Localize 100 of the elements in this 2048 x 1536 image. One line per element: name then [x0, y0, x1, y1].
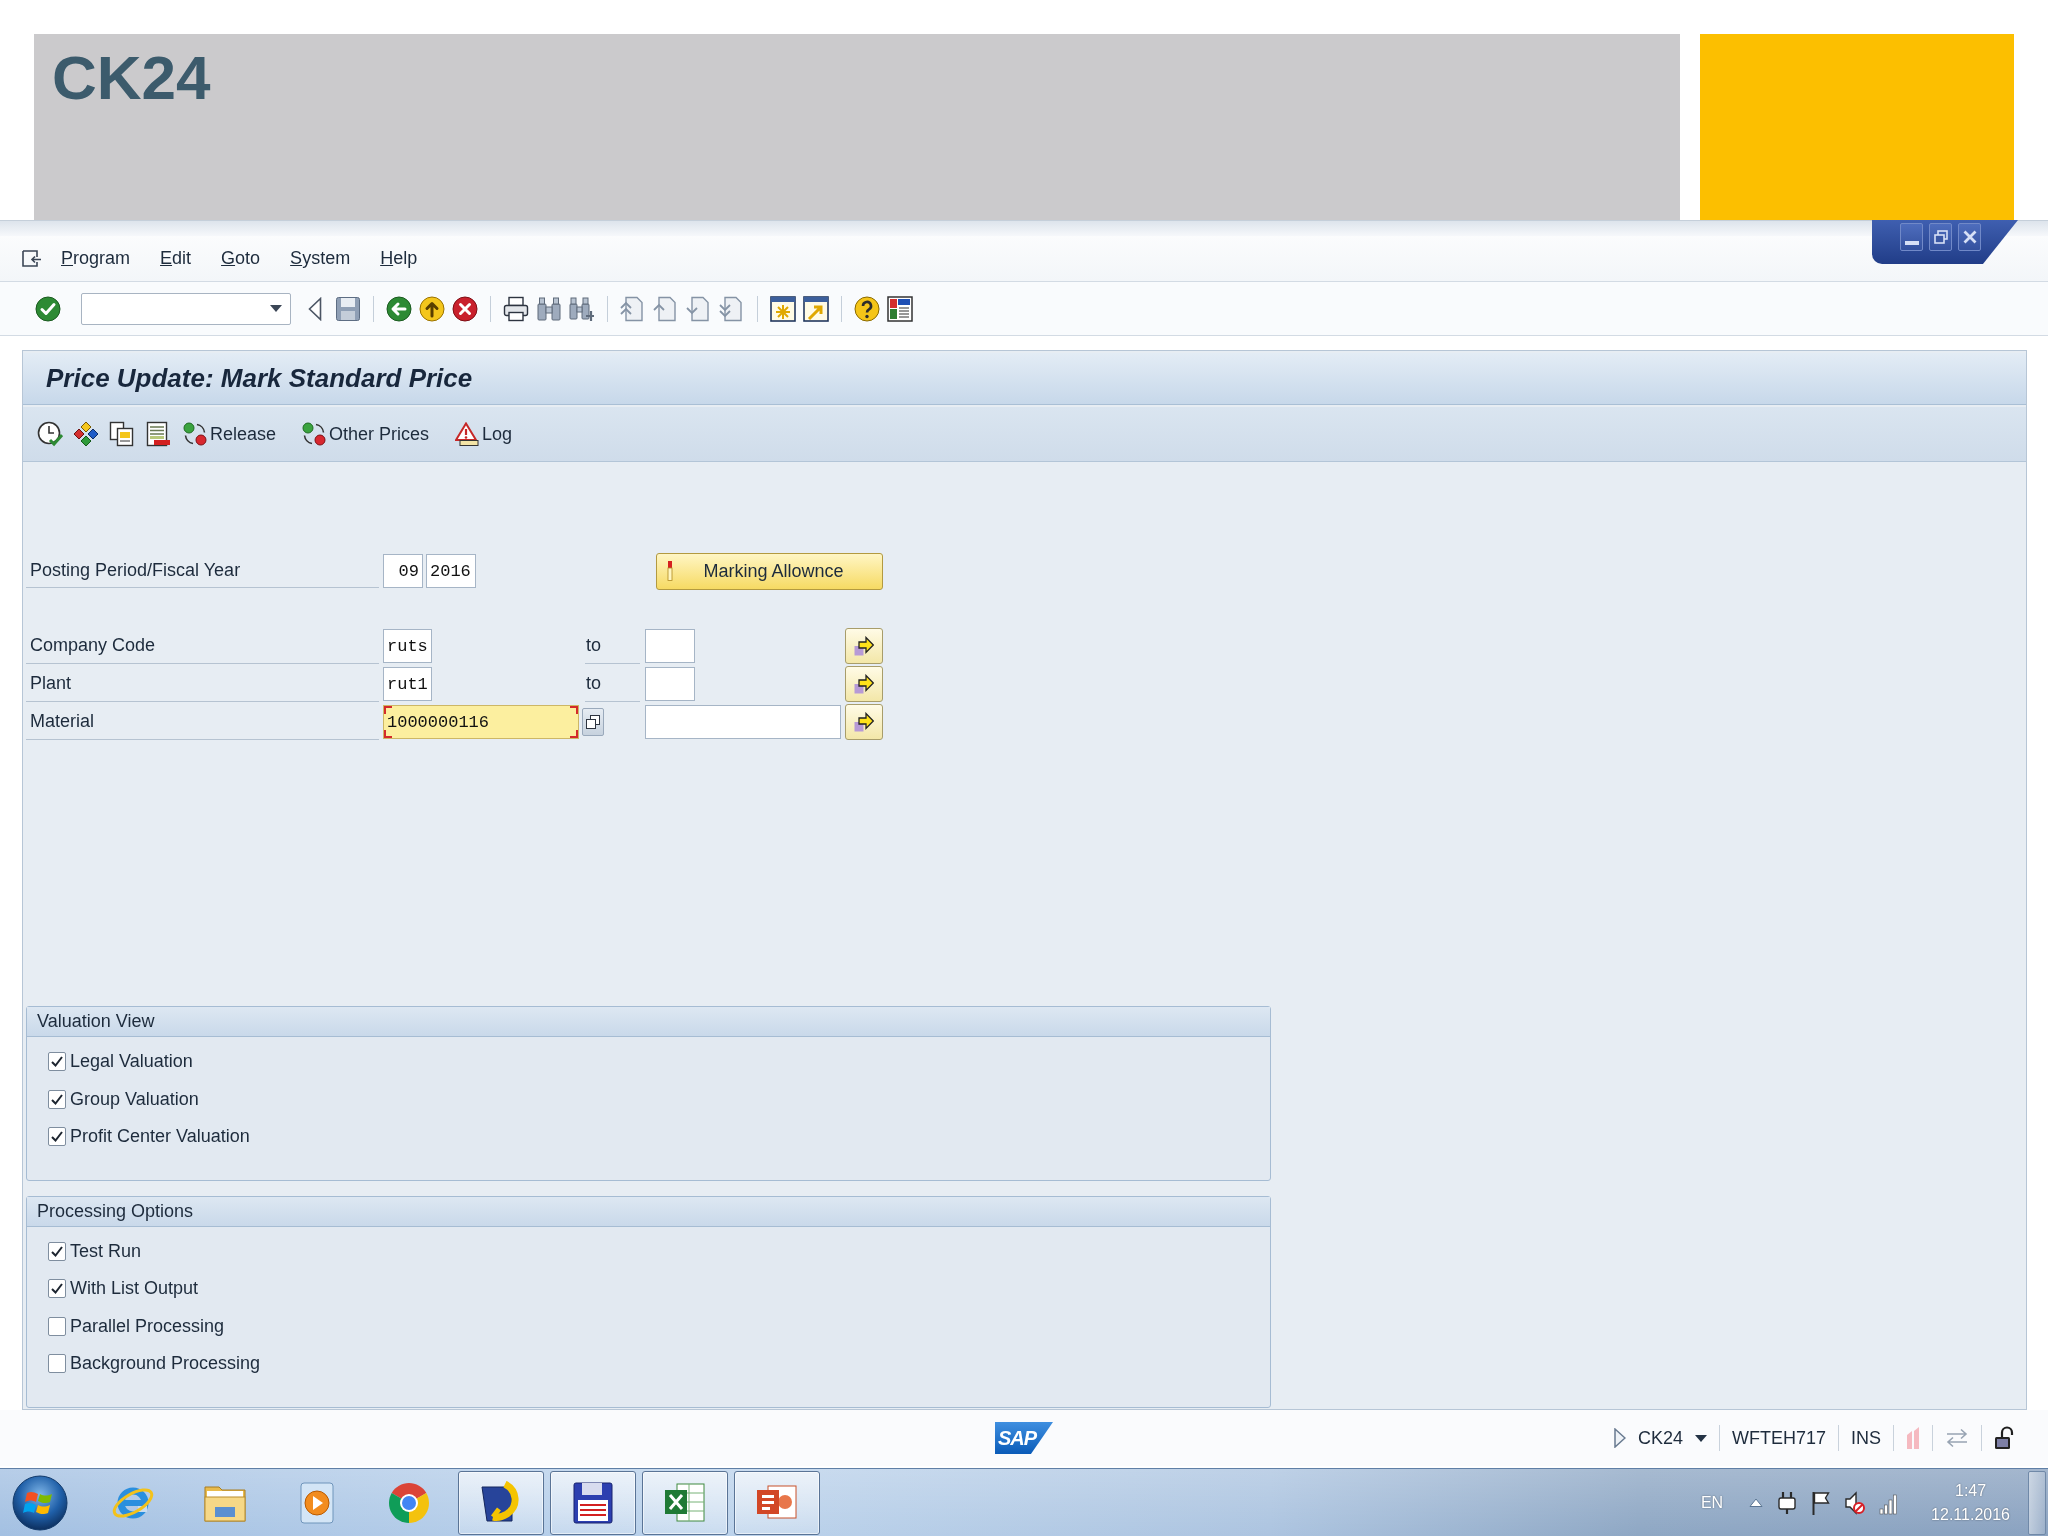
new-window-icon[interactable]	[770, 295, 796, 322]
arrow-button[interactable]	[845, 628, 883, 664]
first-page-icon[interactable]	[620, 295, 646, 322]
caret-icon	[270, 305, 282, 312]
print-icon[interactable]	[503, 295, 529, 322]
arrow-button[interactable]	[845, 704, 883, 740]
from-field[interactable]: 1000000116	[383, 705, 579, 739]
previous-page-icon[interactable]	[653, 295, 679, 322]
menu-item[interactable]: Goto	[221, 248, 261, 269]
from-field[interactable]: rut1	[383, 667, 432, 701]
menu-item[interactable]: Program	[61, 248, 131, 269]
checkbox-label: Profit Center Valuation	[70, 1126, 250, 1148]
binoculars-icon[interactable]	[536, 295, 562, 322]
other-prices-button[interactable]: Other Prices	[300, 419, 432, 449]
field-label: Material	[26, 704, 379, 740]
orb-icon	[12, 1474, 68, 1531]
checkbox[interactable]	[48, 1316, 66, 1336]
floppy-icon	[571, 1480, 615, 1525]
checkbox-label: Test Run	[70, 1240, 142, 1262]
check-icon[interactable]	[35, 295, 61, 322]
checkbox-label: Parallel Processing	[70, 1315, 225, 1337]
close-icon	[1962, 230, 1977, 244]
field-label: Company Code	[26, 628, 379, 664]
triangle-up-icon[interactable]	[1749, 1498, 1764, 1507]
caret-icon[interactable]	[1694, 1434, 1707, 1442]
taskbar-app[interactable]	[642, 1470, 728, 1535]
box-arrow-icon[interactable]	[22, 249, 42, 268]
plug-icon[interactable]	[1777, 1490, 1798, 1515]
to-field[interactable]	[645, 705, 841, 739]
to-field[interactable]	[645, 667, 695, 701]
speaker-muted-icon[interactable]	[1845, 1490, 1866, 1515]
warning-icon	[455, 422, 480, 446]
field-label: Plant	[26, 666, 379, 702]
taskbar-app[interactable]	[734, 1470, 820, 1535]
field-label: Posting Period/Fiscal Year	[26, 554, 379, 588]
checkbox[interactable]	[48, 1241, 66, 1261]
tick-icon	[51, 1093, 63, 1105]
period-field[interactable]: 09	[383, 554, 423, 588]
marker-icon	[667, 561, 673, 581]
tick-icon	[51, 1056, 63, 1068]
restore-button[interactable]	[1929, 223, 1952, 251]
to-label: to	[585, 628, 640, 664]
clock-check-icon[interactable]	[37, 421, 63, 447]
checkbox[interactable]	[48, 1089, 66, 1109]
arrow-button[interactable]	[845, 666, 883, 702]
to-field[interactable]	[645, 629, 695, 663]
release-button[interactable]: Release	[181, 419, 279, 449]
circle-arrows-icon	[183, 422, 207, 446]
menu-item[interactable]: Edit	[160, 248, 192, 269]
transfer-arrows-icon	[1945, 1428, 1969, 1448]
tick-icon	[51, 1283, 63, 1295]
help-icon[interactable]	[854, 295, 880, 322]
command-field[interactable]	[81, 292, 291, 325]
input-mode: INS	[1851, 1427, 1881, 1449]
save-icon[interactable]	[335, 295, 361, 322]
log-button[interactable]: Log	[453, 419, 515, 449]
back-icon[interactable]	[386, 295, 412, 322]
marking-allowance-button[interactable]: Marking Allownce	[656, 552, 883, 590]
layout-icon[interactable]	[887, 295, 913, 322]
stacked-squares-icon	[586, 715, 600, 729]
transaction-code: CK24	[1637, 1427, 1683, 1449]
menu-item[interactable]: System	[290, 248, 351, 269]
triangle-right-icon[interactable]	[1613, 1428, 1626, 1448]
close-button[interactable]	[1958, 223, 1981, 251]
tick-icon	[51, 1245, 63, 1257]
arrow-right-icon	[854, 674, 874, 694]
taskbar-app[interactable]	[550, 1470, 636, 1535]
value-help-button[interactable]	[582, 708, 604, 736]
year-field[interactable]: 2016	[426, 554, 476, 588]
triangle-left-icon[interactable]	[308, 296, 322, 321]
checkbox[interactable]	[48, 1052, 66, 1072]
arrow-right-icon	[854, 636, 874, 656]
group-title: Valuation View	[37, 1011, 155, 1032]
checkbox[interactable]	[48, 1127, 66, 1147]
binoculars-plus-icon[interactable]	[569, 295, 595, 322]
lock-icon[interactable]	[1994, 1426, 2016, 1450]
next-page-icon[interactable]	[686, 295, 712, 322]
group-title: Processing Options	[37, 1200, 194, 1222]
circle-arrows-icon	[302, 422, 327, 446]
taskbar-app[interactable]	[458, 1470, 544, 1535]
checkbox[interactable]	[48, 1354, 66, 1374]
minimize-button[interactable]	[1900, 223, 1923, 251]
cancel-icon[interactable]	[452, 295, 478, 322]
bars-icon	[1906, 1427, 1920, 1449]
flag-icon[interactable]	[1811, 1490, 1832, 1515]
slide-title: CK24	[52, 44, 211, 113]
documents-icon[interactable]	[109, 421, 135, 447]
arrow-right-icon	[854, 712, 874, 732]
checkbox-label: With List Output	[70, 1278, 199, 1300]
shortcut-icon[interactable]	[803, 295, 829, 322]
to-label: to	[585, 666, 640, 702]
screen-title: Price Update: Mark Standard Price	[46, 363, 473, 394]
menu-item[interactable]: Help	[380, 248, 418, 269]
list-icon[interactable]	[145, 421, 171, 447]
diamond-arrows-icon[interactable]	[73, 421, 99, 447]
checkbox[interactable]	[48, 1279, 66, 1299]
from-field[interactable]: ruts	[383, 629, 432, 663]
tricolor-circle-icon	[387, 1480, 431, 1525]
checkbox-label: Legal Valuation	[70, 1051, 193, 1073]
last-page-icon[interactable]	[719, 295, 745, 322]
